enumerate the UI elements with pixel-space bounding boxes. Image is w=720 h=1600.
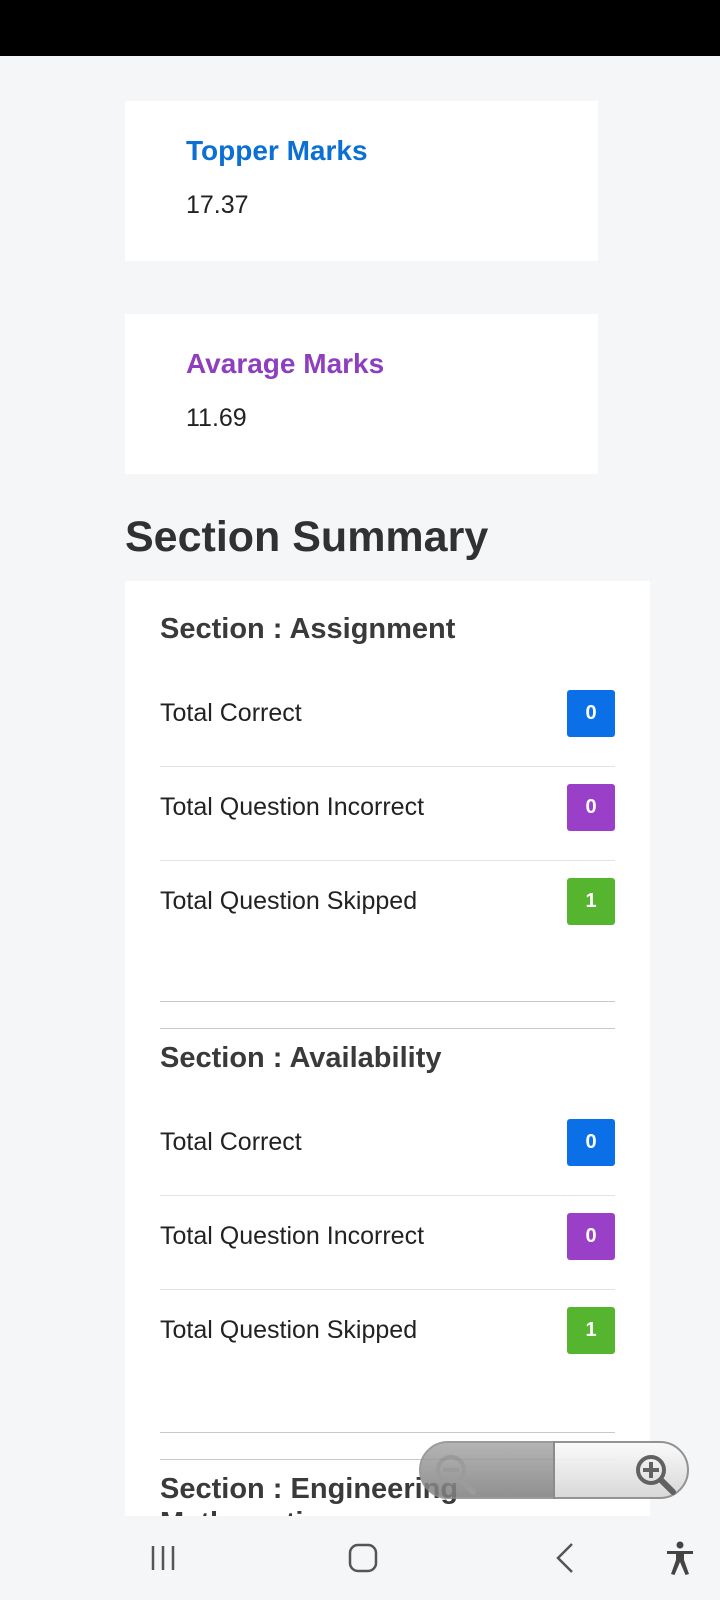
- row-label: Total Correct: [160, 699, 302, 727]
- skipped-count-badge: 1: [567, 878, 615, 925]
- zoom-out-button[interactable]: [419, 1441, 555, 1499]
- row-total-correct: Total Correct 0: [160, 673, 615, 767]
- incorrect-count-badge: 0: [567, 784, 615, 831]
- row-label: Total Question Incorrect: [160, 793, 425, 821]
- content-scroll-area[interactable]: Topper Marks 17.37 Avarage Marks 11.69 S…: [0, 56, 720, 1516]
- section-summary-panel: Section : Assignment Total Correct 0 Tot…: [125, 581, 650, 1516]
- topper-marks-value: 17.37: [186, 191, 249, 219]
- row-total-incorrect: Total Question Incorrect 0: [160, 1196, 615, 1290]
- zoom-in-icon: [636, 1455, 676, 1495]
- recent-apps-button[interactable]: [143, 1538, 183, 1578]
- section-title: Section : Assignment: [160, 613, 456, 645]
- back-button[interactable]: [546, 1538, 586, 1578]
- section-divider: [160, 1432, 615, 1433]
- skipped-count-badge: 1: [567, 1307, 615, 1354]
- zoom-out-icon: [436, 1455, 476, 1495]
- accessibility-icon: [667, 1541, 693, 1575]
- home-icon: [348, 1543, 378, 1573]
- section-divider: [160, 1001, 615, 1002]
- recent-apps-icon: [151, 1546, 175, 1570]
- zoom-control: [419, 1441, 689, 1499]
- back-icon: [556, 1543, 573, 1573]
- row-label: Total Question Skipped: [160, 887, 418, 915]
- row-total-incorrect: Total Question Incorrect 0: [160, 767, 615, 861]
- incorrect-count-badge: 0: [567, 1213, 615, 1260]
- zoom-in-button[interactable]: [553, 1441, 689, 1499]
- row-total-skipped: Total Question Skipped 1: [160, 861, 615, 955]
- status-bar: [0, 0, 720, 56]
- row-label: Total Correct: [160, 1128, 302, 1156]
- average-marks-title: Avarage Marks: [186, 348, 385, 379]
- topper-marks-title: Topper Marks: [186, 135, 368, 166]
- row-total-correct: Total Correct 0: [160, 1102, 615, 1196]
- navigation-bar: [0, 1516, 720, 1600]
- section-title: Section : Availability: [160, 1042, 442, 1074]
- topper-marks-card: Topper Marks 17.37: [125, 101, 598, 261]
- section-divider: [160, 1028, 615, 1029]
- home-button[interactable]: [343, 1538, 383, 1578]
- row-label: Total Question Incorrect: [160, 1222, 425, 1250]
- section-title: Section : Engineering Mathematics: [160, 1473, 459, 1516]
- row-label: Total Question Skipped: [160, 1316, 418, 1344]
- correct-count-badge: 0: [567, 1119, 615, 1166]
- average-marks-card: Avarage Marks 11.69: [125, 314, 598, 474]
- average-marks-value: 11.69: [186, 404, 247, 432]
- correct-count-badge: 0: [567, 690, 615, 737]
- section-summary-heading: Section Summary: [125, 513, 489, 561]
- row-total-skipped: Total Question Skipped 1: [160, 1290, 615, 1384]
- accessibility-button[interactable]: [660, 1538, 700, 1578]
